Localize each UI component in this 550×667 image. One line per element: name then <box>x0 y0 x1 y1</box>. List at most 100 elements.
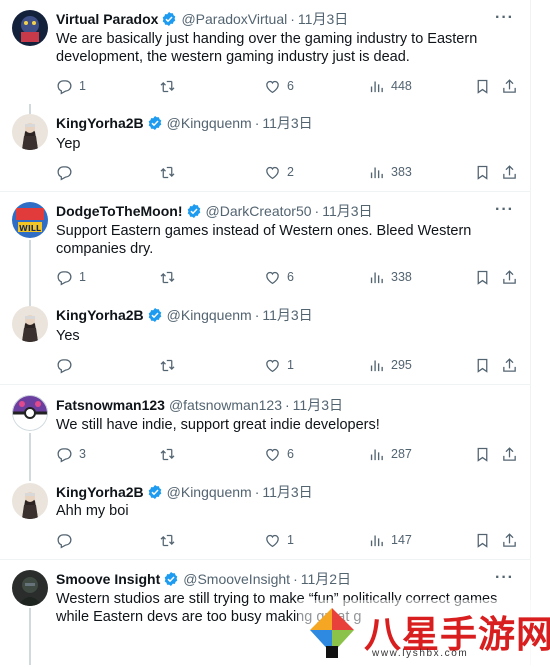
tweet[interactable]: Fatsnowman123 @fatsnowman123 · 11月3日 We … <box>0 385 530 471</box>
bookmark-button[interactable] <box>474 77 491 95</box>
avatar[interactable] <box>12 306 48 342</box>
avatar[interactable] <box>12 395 48 431</box>
retweet-icon <box>160 359 175 371</box>
tweet-date[interactable]: 11月3日 <box>293 395 343 415</box>
like-button[interactable]: 6 <box>264 268 294 286</box>
more-options-icon[interactable]: ··· <box>495 9 514 27</box>
tweet-date[interactable]: 11月3日 <box>262 113 312 133</box>
tweet-date[interactable]: 11月2日 <box>301 569 351 589</box>
reply-icon <box>57 533 72 549</box>
reply-button[interactable]: 1 <box>56 268 86 286</box>
action-bar: 2 383 <box>56 163 516 181</box>
reply-button[interactable]: 1 <box>56 77 86 95</box>
reply-button[interactable]: 3 <box>56 445 86 463</box>
bookmark-button[interactable] <box>474 268 491 286</box>
separator-dot: · <box>293 571 298 587</box>
retweet-button[interactable] <box>159 268 182 286</box>
verified-badge-icon <box>147 307 163 323</box>
views-button[interactable]: 383 <box>368 163 412 181</box>
like-count: 6 <box>287 447 294 461</box>
share-button[interactable] <box>501 163 518 181</box>
avatar[interactable]: WILL <box>12 202 48 238</box>
tweet[interactable]: KingYorha2B @Kingquenm · 11月3日 Ahh my bo… <box>0 471 530 560</box>
share-button[interactable] <box>501 531 518 549</box>
tweet-text: Yep <box>56 136 81 152</box>
more-options-icon[interactable]: ··· <box>495 569 514 587</box>
display-name[interactable]: Virtual Paradox <box>56 11 158 27</box>
display-name[interactable]: KingYorha2B <box>56 484 144 500</box>
display-name[interactable]: DodgeToTheMoon! <box>56 203 183 219</box>
like-button[interactable]: 2 <box>264 163 294 181</box>
separator-dot: · <box>254 307 260 323</box>
reply-button[interactable] <box>56 531 79 549</box>
tweet-date[interactable]: 11月3日 <box>322 201 372 221</box>
watermark-url: www.lyshbx.com <box>372 648 469 659</box>
user-handle[interactable]: @SmooveInsight <box>183 571 290 587</box>
tweet-date[interactable]: 11月3日 <box>262 305 312 325</box>
retweet-button[interactable] <box>159 445 182 463</box>
share-button[interactable] <box>501 356 518 374</box>
views-button[interactable]: 147 <box>368 531 412 549</box>
display-name[interactable]: Smoove Insight <box>56 571 160 587</box>
reply-button[interactable] <box>56 356 79 374</box>
avatar[interactable] <box>12 483 48 519</box>
views-button[interactable]: 295 <box>368 356 412 374</box>
bookmark-icon <box>477 533 488 548</box>
views-chart-icon <box>370 449 383 460</box>
display-name[interactable]: KingYorha2B <box>56 307 144 323</box>
reply-icon <box>57 79 72 95</box>
bookmark-button[interactable] <box>474 445 491 463</box>
tweet-header: KingYorha2B @Kingquenm · 11月3日 <box>56 305 500 325</box>
thread-line <box>29 104 31 114</box>
tweet-header: DodgeToTheMoon! @DarkCreator50 · 11月3日 <box>56 201 500 221</box>
tweet-date[interactable]: 11月3日 <box>298 9 348 29</box>
like-button[interactable]: 6 <box>264 77 294 95</box>
separator-dot: · <box>285 397 290 413</box>
views-button[interactable]: 338 <box>368 268 412 286</box>
share-button[interactable] <box>501 445 518 463</box>
tweet[interactable]: KingYorha2B @Kingquenm · 11月3日 Yep 2 383 <box>0 104 530 192</box>
views-button[interactable]: 448 <box>368 77 412 95</box>
avatar[interactable] <box>12 10 48 46</box>
user-handle[interactable]: @ParadoxVirtual <box>181 11 287 27</box>
display-name[interactable]: KingYorha2B <box>56 115 144 131</box>
bookmark-button[interactable] <box>474 163 491 181</box>
tweet[interactable]: KingYorha2B @Kingquenm · 11月3日 Yes 1 295 <box>0 296 530 385</box>
bookmark-icon <box>477 79 488 94</box>
retweet-button[interactable] <box>159 531 182 549</box>
retweet-button[interactable] <box>159 356 182 374</box>
like-button[interactable]: 1 <box>264 531 294 549</box>
like-count: 6 <box>287 79 294 93</box>
user-handle[interactable]: @DarkCreator50 <box>206 203 312 219</box>
bookmark-button[interactable] <box>474 356 491 374</box>
share-button[interactable] <box>501 268 518 286</box>
more-options-icon[interactable]: ··· <box>495 201 514 219</box>
watermark-logo-icon <box>306 604 358 662</box>
bookmark-button[interactable] <box>474 531 491 549</box>
reply-icon <box>57 270 72 286</box>
like-count: 1 <box>287 533 294 547</box>
user-handle[interactable]: @Kingquenm <box>167 115 252 131</box>
tweet[interactable]: Virtual Paradox @ParadoxVirtual · 11月3日 … <box>0 0 530 104</box>
retweet-button[interactable] <box>159 163 182 181</box>
reply-count: 1 <box>79 79 86 93</box>
display-name[interactable]: Fatsnowman123 <box>56 397 165 413</box>
views-button[interactable]: 287 <box>368 445 412 463</box>
user-handle[interactable]: @Kingquenm <box>167 484 252 500</box>
tweet[interactable]: WILL DodgeToTheMoon! @DarkCreator50 · 11… <box>0 192 530 296</box>
separator-dot: · <box>254 484 260 500</box>
reply-button[interactable] <box>56 163 79 181</box>
heart-icon <box>266 448 279 461</box>
reply-count: 1 <box>79 270 86 284</box>
like-button[interactable]: 6 <box>264 445 294 463</box>
thread-line <box>29 296 31 306</box>
avatar[interactable] <box>12 570 48 606</box>
user-handle[interactable]: @fatsnowman123 <box>169 397 282 413</box>
retweet-button[interactable] <box>159 77 182 95</box>
tweet-date[interactable]: 11月3日 <box>262 482 312 502</box>
thread-line <box>29 471 31 481</box>
avatar[interactable] <box>12 114 48 150</box>
like-button[interactable]: 1 <box>264 356 294 374</box>
share-button[interactable] <box>501 77 518 95</box>
user-handle[interactable]: @Kingquenm <box>167 307 252 323</box>
